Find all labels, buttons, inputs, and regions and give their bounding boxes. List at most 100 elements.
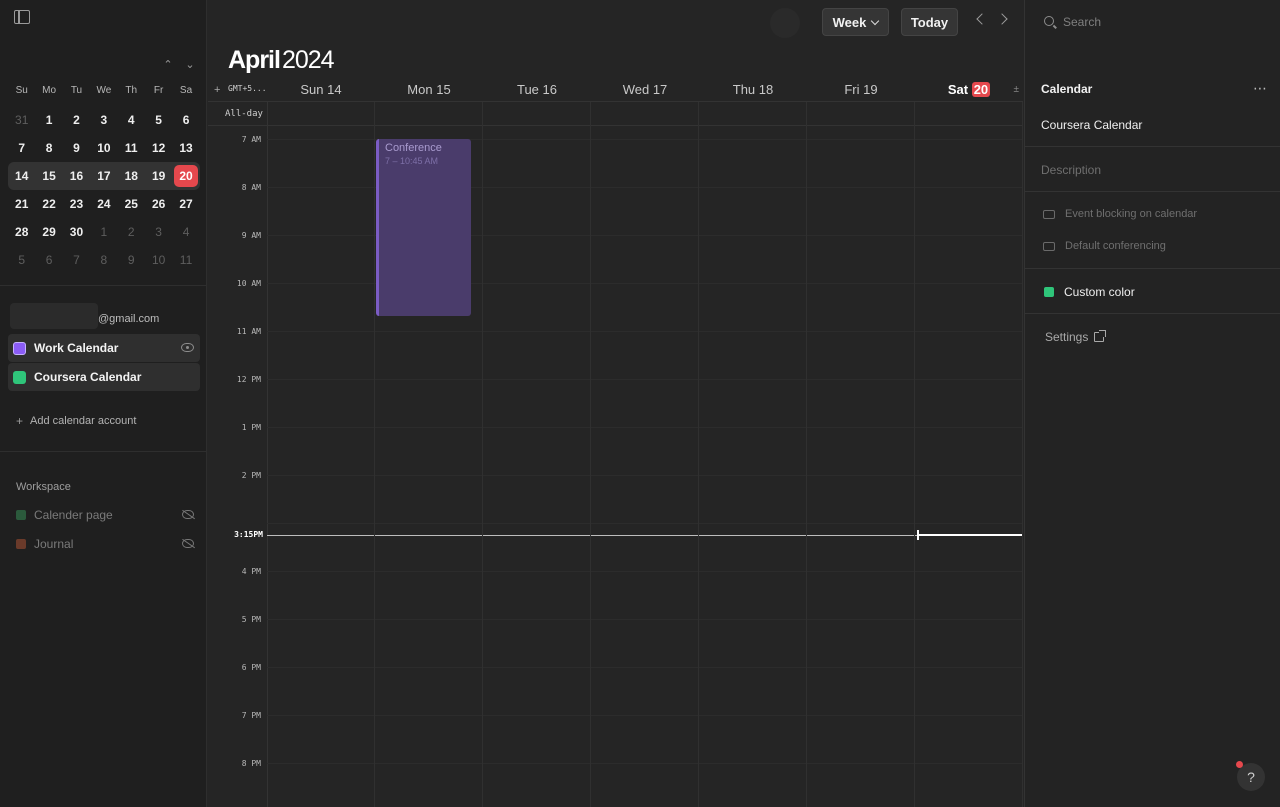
day-header-fri[interactable]: Fri 19 <box>807 82 915 97</box>
mini-calendar-weekday: Mo <box>42 84 57 96</box>
next-week-icon[interactable] <box>996 13 1008 25</box>
workspace-color-swatch <box>16 539 26 549</box>
today-button[interactable]: Today <box>901 8 958 36</box>
mini-calendar-day[interactable]: 11 <box>172 253 199 267</box>
view-select-button[interactable]: Week <box>822 8 889 36</box>
plus-icon[interactable]: + <box>214 84 220 96</box>
mini-calendar-day[interactable]: 26 <box>145 197 172 211</box>
add-calendar-account-button[interactable]: + Add calendar account <box>16 414 136 428</box>
hour-line <box>267 427 1023 428</box>
mini-calendar-day[interactable]: 27 <box>172 197 199 211</box>
day-header-thu[interactable]: Thu 18 <box>699 82 807 97</box>
mini-calendar-day[interactable]: 10 <box>90 141 117 155</box>
mini-calendar-day[interactable]: 22 <box>35 197 62 211</box>
mini-calendar-day[interactable]: 3 <box>90 113 117 127</box>
description-field[interactable]: Description <box>1041 163 1101 177</box>
sidebar-toggle-icon[interactable] <box>14 10 30 24</box>
event-time: 7 – 10:45 AM <box>385 156 439 166</box>
hour-label: 6 PM <box>241 663 261 672</box>
year-label: 2024 <box>281 46 335 74</box>
mini-calendar-day[interactable]: 23 <box>63 197 90 211</box>
mini-calendar-day[interactable]: 17 <box>90 169 117 183</box>
mini-calendar-day[interactable]: 9 <box>63 141 90 155</box>
mini-calendar-day[interactable]: 2 <box>63 113 90 127</box>
color-swatch <box>1044 287 1054 297</box>
event-conference[interactable]: Conference 7 – 10:45 AM <box>376 139 471 316</box>
mini-calendar-day[interactable]: 25 <box>118 197 145 211</box>
mini-calendar-day[interactable]: 28 <box>8 225 35 239</box>
mini-calendar-day[interactable]: 5 <box>145 113 172 127</box>
time-gutter-border <box>267 102 268 807</box>
mini-calendar-day[interactable]: 13 <box>172 141 199 155</box>
mini-calendar-day[interactable]: 3 <box>145 225 172 239</box>
mini-calendar-day[interactable]: 31 <box>8 113 35 127</box>
mini-calendar-day[interactable]: 12 <box>145 141 172 155</box>
previous-week-icon[interactable] <box>976 13 988 25</box>
workspace-item-journal[interactable]: Journal <box>16 536 196 552</box>
mini-calendar-day[interactable]: 21 <box>8 197 35 211</box>
day-name: Sun <box>300 82 324 97</box>
calendar-name-field[interactable]: Coursera Calendar <box>1041 118 1142 132</box>
hour-label: 9 AM <box>241 231 261 240</box>
mini-calendar-day[interactable]: 16 <box>63 169 90 183</box>
today-badge: 20 <box>971 82 991 97</box>
day-column-border <box>1022 102 1023 807</box>
mini-calendar-day[interactable]: 4 <box>172 225 199 239</box>
mini-calendar-day[interactable]: 9 <box>118 253 145 267</box>
event-blocking-option[interactable]: Event blocking on calendar <box>1043 208 1197 220</box>
mini-calendar-day[interactable]: 7 <box>8 141 35 155</box>
timezone-label[interactable]: GMT+5... <box>228 84 267 93</box>
mini-calendar-day[interactable]: 19 <box>145 169 172 183</box>
workspace-item-calender-page[interactable]: Calender page <box>16 507 196 523</box>
week-grid[interactable]: + GMT+5... ± All-day Conference 7 – 10:4… <box>208 78 1023 807</box>
mini-calendar-day[interactable]: 8 <box>90 253 117 267</box>
day-header-sat[interactable]: Sat 20 <box>915 82 1023 97</box>
day-header-tue[interactable]: Tue 16 <box>483 82 591 97</box>
mini-calendar-day[interactable]: 30 <box>63 225 90 239</box>
default-conferencing-option[interactable]: Default conferencing <box>1043 240 1166 252</box>
day-header-mon[interactable]: Mon 15 <box>375 82 483 97</box>
current-time-label: 3:15PM <box>234 530 263 539</box>
day-header-wed[interactable]: Wed 17 <box>591 82 699 97</box>
mini-calendar-day[interactable]: 29 <box>35 225 62 239</box>
eye-off-icon[interactable] <box>182 510 194 519</box>
hour-line <box>267 523 1023 524</box>
calendar-item-work[interactable]: Work Calendar <box>8 334 200 362</box>
mini-calendar-today[interactable]: 20 <box>174 165 198 187</box>
mini-calendar-day[interactable]: 5 <box>8 253 35 267</box>
mini-calendar-day[interactable]: 11 <box>118 141 145 155</box>
mini-calendar-weekday-row: Su Mo Tu We Th Fr Sa <box>8 82 200 98</box>
mini-calendar-day[interactable]: 15 <box>35 169 62 183</box>
day-header-sun[interactable]: Sun 14 <box>267 82 375 97</box>
hour-label: 7 AM <box>241 135 261 144</box>
mini-calendar-day[interactable]: 4 <box>118 113 145 127</box>
calendar-item-coursera[interactable]: Coursera Calendar <box>8 363 200 391</box>
settings-link[interactable]: Settings <box>1045 330 1107 344</box>
mini-calendar-day[interactable]: 24 <box>90 197 117 211</box>
eye-icon[interactable] <box>181 343 194 352</box>
more-options-icon[interactable]: ⋯ <box>1253 80 1268 97</box>
hour-line <box>267 715 1023 716</box>
settings-label: Settings <box>1045 330 1089 344</box>
chevron-down-icon[interactable]: ⌄ <box>183 58 197 72</box>
search-input[interactable] <box>1063 13 1263 31</box>
mini-calendar-day[interactable]: 1 <box>35 113 62 127</box>
mini-calendar-day[interactable]: 1 <box>90 225 117 239</box>
day-name: Thu <box>732 82 756 97</box>
mini-calendar-day[interactable]: 14 <box>8 169 35 183</box>
mini-calendar-day[interactable]: 6 <box>172 113 199 127</box>
external-link-icon <box>1094 330 1107 342</box>
eye-off-icon[interactable] <box>182 539 194 548</box>
avatar[interactable] <box>770 8 800 38</box>
allday-row[interactable]: All-day <box>208 102 1023 126</box>
mini-calendar-day[interactable]: 18 <box>118 169 145 183</box>
mini-calendar-day[interactable]: 8 <box>35 141 62 155</box>
day-name: Mon <box>407 82 433 97</box>
mini-calendar-day[interactable]: 7 <box>63 253 90 267</box>
chevron-up-icon[interactable]: ⌃ <box>161 58 175 72</box>
mini-calendar-day[interactable]: 2 <box>118 225 145 239</box>
hour-label: 8 PM <box>241 759 261 768</box>
custom-color-option[interactable]: Custom color <box>1044 285 1135 299</box>
mini-calendar-day[interactable]: 10 <box>145 253 172 267</box>
mini-calendar-day[interactable]: 6 <box>35 253 62 267</box>
